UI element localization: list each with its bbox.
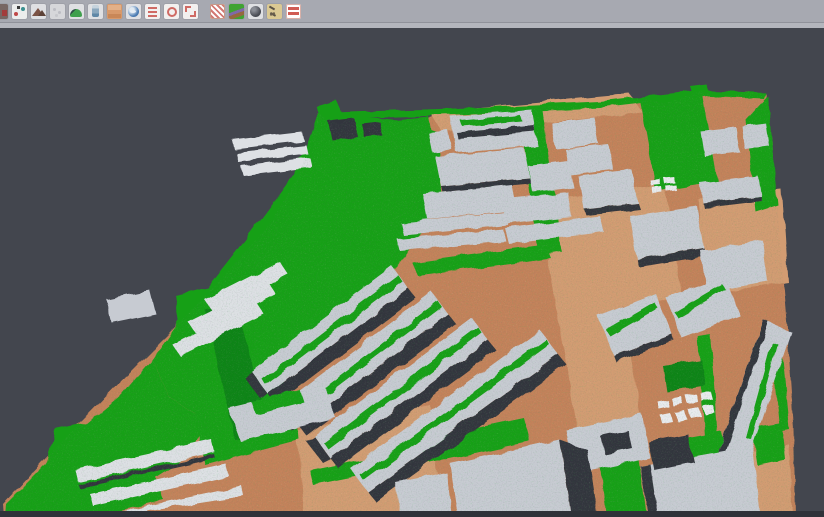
red-ring-icon[interactable] bbox=[164, 4, 179, 19]
scene-greenhouse-1 bbox=[232, 132, 304, 149]
profile-column-icon[interactable] bbox=[88, 4, 103, 19]
viewport bbox=[0, 28, 824, 517]
selection-brackets-icon[interactable] bbox=[183, 4, 198, 19]
terrain-mountain-icon[interactable] bbox=[31, 4, 46, 19]
classification-colors-icon[interactable] bbox=[229, 4, 244, 19]
points-disabled-icon[interactable] bbox=[50, 4, 65, 19]
doc-clipped-icon[interactable] bbox=[0, 4, 8, 19]
window-bottom-bar bbox=[0, 511, 824, 517]
viewport-canvas[interactable] bbox=[0, 28, 824, 517]
application-window: { "window": {"background": "#43464e", "b… bbox=[0, 0, 824, 517]
point-pick-icon[interactable] bbox=[12, 4, 27, 19]
dark-sphere-icon[interactable] bbox=[248, 4, 263, 19]
dtm-hill-icon[interactable] bbox=[69, 4, 84, 19]
globe-icon[interactable] bbox=[126, 4, 141, 19]
toolbar bbox=[0, 0, 824, 23]
scene-bldg-left-small bbox=[106, 290, 156, 323]
hatch-grid-icon[interactable] bbox=[210, 4, 225, 19]
ortho-tile-icon[interactable] bbox=[107, 4, 122, 19]
red-stripes-icon[interactable] bbox=[286, 4, 301, 19]
scene-greenhouse-2 bbox=[236, 145, 308, 162]
red-list-icon[interactable] bbox=[145, 4, 160, 19]
marker-scatter-icon[interactable] bbox=[267, 4, 282, 19]
